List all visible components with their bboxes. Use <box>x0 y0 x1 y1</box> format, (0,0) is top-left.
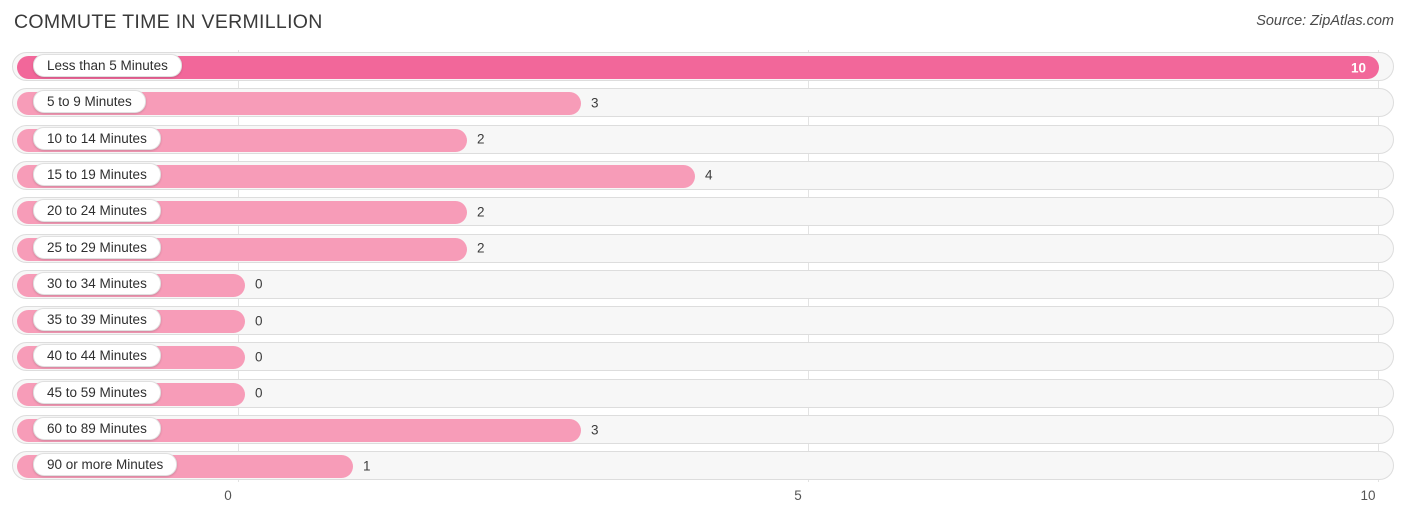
bar-row[interactable]: 3 5 to 9 Minutes <box>12 88 1394 118</box>
bar-value-label: 2 <box>477 240 485 256</box>
bar-row[interactable]: 10 Less than 5 Minutes <box>12 52 1394 81</box>
bar-value-label: 1 <box>363 458 371 474</box>
category-label: 25 to 29 Minutes <box>33 235 161 259</box>
category-label: 35 to 39 Minutes <box>33 308 161 332</box>
bar: 10 <box>17 56 1379 79</box>
bar-row[interactable]: 0 35 to 39 Minutes <box>12 306 1394 336</box>
bar-value-label: 4 <box>705 167 713 183</box>
bar-row[interactable]: 3 60 to 89 Minutes <box>12 415 1394 444</box>
bar-row[interactable]: 2 10 to 14 Minutes <box>12 124 1394 154</box>
bar-row[interactable]: 0 45 to 59 Minutes <box>12 378 1394 408</box>
bar-value-label: 2 <box>477 204 485 220</box>
category-label: 20 to 24 Minutes <box>33 199 161 223</box>
bar-value-label: 2 <box>477 131 485 147</box>
bar-row[interactable]: 2 25 to 29 Minutes <box>12 233 1394 263</box>
x-tick-label: 10 <box>1360 488 1376 503</box>
x-axis: 0 5 10 <box>0 485 1406 523</box>
bar-value-label: 0 <box>255 385 263 401</box>
chart-header: COMMUTE TIME IN VERMILLION Source: ZipAt… <box>0 0 1406 46</box>
x-tick-label: 5 <box>794 488 802 503</box>
bar-value-label: 0 <box>255 276 263 292</box>
bar-row[interactable]: 0 30 to 34 Minutes <box>12 269 1394 299</box>
bar-value-label: 3 <box>591 422 599 437</box>
category-label: 40 to 44 Minutes <box>33 344 161 368</box>
bar-value-label: 0 <box>255 313 263 329</box>
bar-value-label: 3 <box>591 95 599 111</box>
category-label: Less than 5 Minutes <box>33 54 182 77</box>
page-title: COMMUTE TIME IN VERMILLION <box>14 11 323 33</box>
category-label: 5 to 9 Minutes <box>33 90 146 114</box>
category-label: 60 to 89 Minutes <box>33 417 161 440</box>
category-label: 90 or more Minutes <box>33 453 178 477</box>
bar-row[interactable]: 4 15 to 19 Minutes <box>12 160 1394 190</box>
bar-row[interactable]: 1 90 or more Minutes <box>12 451 1394 481</box>
category-label: 15 to 19 Minutes <box>33 162 161 186</box>
bar-row[interactable]: 0 40 to 44 Minutes <box>12 342 1394 372</box>
bar-row[interactable]: 2 20 to 24 Minutes <box>12 197 1394 227</box>
category-label: 30 to 34 Minutes <box>33 271 161 295</box>
x-tick-label: 0 <box>224 488 232 503</box>
chart-plot-area: 10 Less than 5 Minutes 3 5 to 9 Minutes 2 10 … <box>0 46 1406 485</box>
bar-value-label: 10 <box>1350 60 1366 75</box>
category-label: 45 to 59 Minutes <box>33 380 161 404</box>
bar-value-label: 0 <box>255 349 263 365</box>
category-label: 10 to 14 Minutes <box>33 126 161 150</box>
source-attribution: Source: ZipAtlas.com <box>1256 13 1394 29</box>
